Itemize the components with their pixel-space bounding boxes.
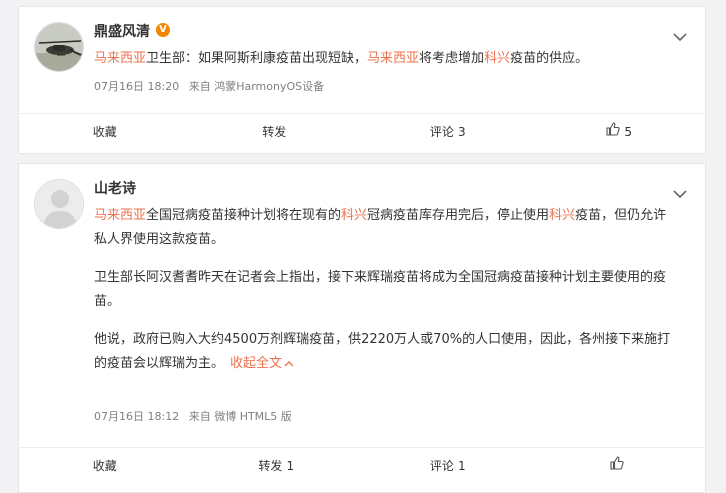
- topic-link[interactable]: 科兴: [549, 208, 575, 223]
- comment-label: 评论: [429, 459, 454, 473]
- post-text: 全国冠病疫苗接种计划将在现有的: [146, 208, 342, 223]
- post-text: 冠病疫苗库存用完后，停止使用: [367, 208, 550, 223]
- topic-link[interactable]: 马来西亚: [367, 51, 419, 66]
- action-bar: 收藏 转发 评论 3 5: [19, 113, 705, 150]
- repost-count: 1: [286, 459, 295, 473]
- weibo-post-card: 鼎盛风清 V 马来西亚卫生部：如果阿斯利康疫苗出现短缺，马来西亚将考虑增加科兴疫…: [18, 6, 706, 154]
- chevron-up-icon: [284, 361, 294, 367]
- post-date[interactable]: 07月16日 18:12: [94, 410, 179, 423]
- post-meta: 07月16日 18:12 来自 微博 HTML5 版: [94, 408, 298, 424]
- topic-link[interactable]: 马来西亚: [94, 208, 146, 223]
- comment-count: 3: [457, 125, 466, 139]
- comment-button[interactable]: 评论 3: [362, 114, 534, 150]
- post-text: 卫生部长阿汉耆耆昨天在记者会上指出，接下来辉瑞疫苗将成为全国冠病疫苗接种计划主要…: [94, 270, 667, 309]
- post-paragraph: 马来西亚卫生部：如果阿斯利康疫苗出现短缺，马来西亚将考虑增加科兴疫苗的供应。: [94, 47, 694, 71]
- avatar[interactable]: [34, 179, 84, 229]
- repost-button[interactable]: 转发: [191, 114, 363, 150]
- favorite-label: 收藏: [92, 125, 117, 139]
- collapse-label: 收起全文: [230, 356, 283, 371]
- avatar[interactable]: [34, 22, 84, 72]
- post-source: 来自 鸿蒙HarmonyOS设备: [188, 80, 325, 93]
- post-content: 马来西亚全国冠病疫苗接种计划将在现有的科兴冠病疫苗库存用完后，停止使用科兴疫苗，…: [94, 204, 679, 376]
- post-source: 来自 微博 HTML5 版: [188, 410, 292, 423]
- repost-label: 转发: [258, 459, 283, 473]
- topic-link[interactable]: 马来西亚: [94, 51, 146, 66]
- comment-label: 评论: [429, 125, 454, 139]
- weibo-post-card: 山老诗 马来西亚全国冠病疫苗接种计划将在现有的科兴冠病疫苗库存用完后，停止使用科…: [18, 163, 706, 493]
- topic-link[interactable]: 科兴: [484, 51, 510, 66]
- post-paragraph: 他说，政府已购入大约4500万剂辉瑞疫苗，供2220万人或70%的人口使用，因此…: [94, 328, 679, 376]
- chevron-down-icon[interactable]: [673, 184, 687, 203]
- like-count: 5: [624, 125, 633, 139]
- favorite-button[interactable]: 收藏: [19, 448, 191, 484]
- comment-button[interactable]: 评论 1: [362, 448, 534, 484]
- post-date[interactable]: 07月16日 18:20: [94, 80, 179, 93]
- action-bar: 收藏 转发 1 评论 1: [19, 447, 705, 484]
- username[interactable]: 鼎盛风清: [94, 21, 150, 41]
- repost-label: 转发: [262, 125, 287, 139]
- comment-count: 1: [457, 459, 466, 473]
- chevron-down-icon[interactable]: [673, 27, 687, 46]
- post-meta: 07月16日 18:20 来自 鸿蒙HarmonyOS设备: [94, 78, 330, 94]
- collapse-link[interactable]: 收起全文: [230, 356, 294, 371]
- thumbs-up-icon: [606, 114, 624, 150]
- thumbs-up-icon: [610, 448, 628, 484]
- post-content: 马来西亚卫生部：如果阿斯利康疫苗出现短缺，马来西亚将考虑增加科兴疫苗的供应。: [94, 47, 694, 71]
- username[interactable]: 山老诗: [94, 178, 136, 198]
- post-paragraph: 马来西亚全国冠病疫苗接种计划将在现有的科兴冠病疫苗库存用完后，停止使用科兴疫苗，…: [94, 204, 679, 252]
- topic-link[interactable]: 科兴: [341, 208, 367, 223]
- favorite-label: 收藏: [92, 459, 117, 473]
- post-paragraph: 卫生部长阿汉耆耆昨天在记者会上指出，接下来辉瑞疫苗将成为全国冠病疫苗接种计划主要…: [94, 266, 679, 314]
- verified-badge-icon: V: [156, 23, 170, 37]
- post-text: 疫苗的供应。: [510, 51, 589, 66]
- repost-button[interactable]: 转发 1: [191, 448, 363, 484]
- favorite-button[interactable]: 收藏: [19, 114, 191, 150]
- post-text: 卫生部：如果阿斯利康疫苗出现短缺，: [146, 51, 368, 66]
- post-text: 他说，政府已购入大约4500万剂辉瑞疫苗，供2220万人或70%的人口使用，因此…: [94, 332, 671, 371]
- like-button[interactable]: [534, 448, 706, 484]
- post-text: 将考虑增加: [419, 51, 485, 66]
- like-button[interactable]: 5: [534, 114, 706, 150]
